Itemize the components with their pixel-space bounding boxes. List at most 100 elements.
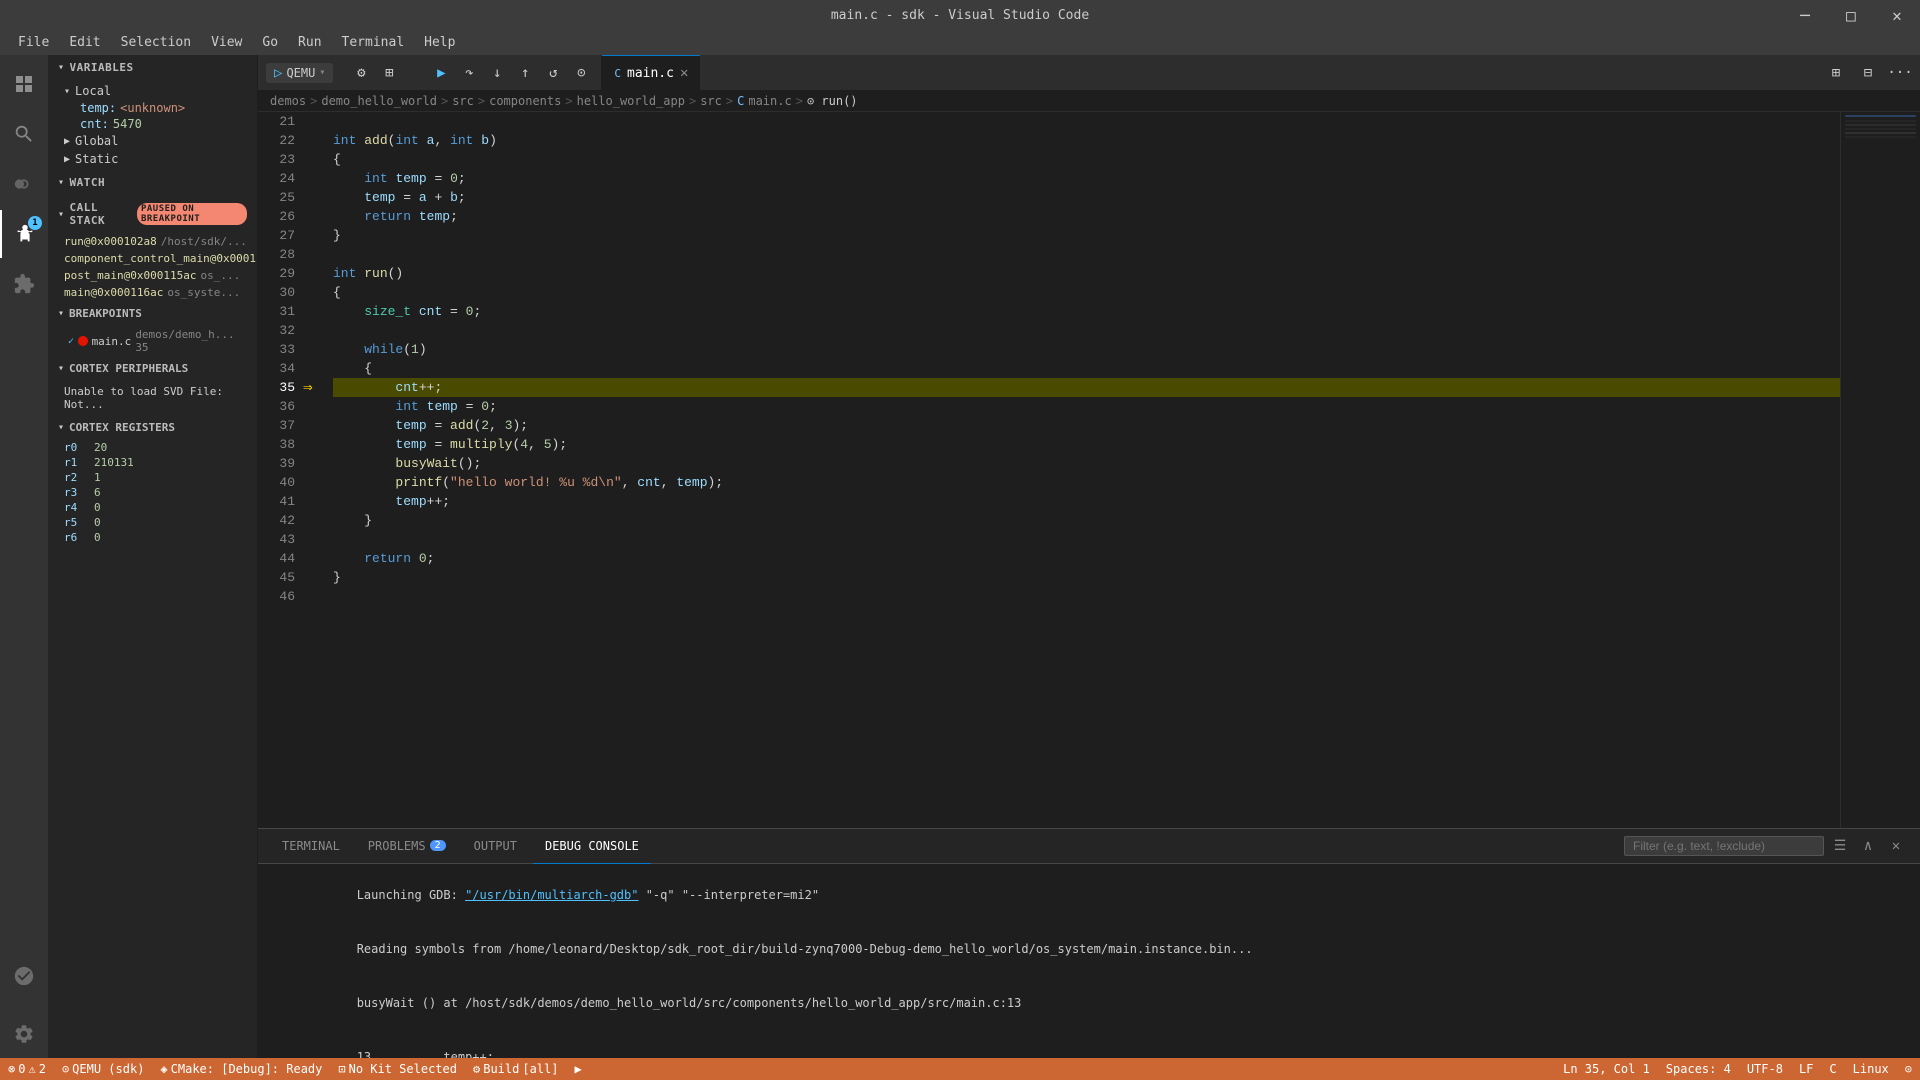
tab-mainc[interactable]: C main.c ✕ — [602, 55, 700, 90]
reg-r3[interactable]: r36 — [48, 485, 257, 500]
reg-r0[interactable]: r020 — [48, 440, 257, 455]
menu-help[interactable]: Help — [416, 33, 463, 52]
code-content[interactable]: int add(int a, int b) { int temp = 0; te… — [323, 112, 1840, 828]
tab-problems[interactable]: PROBLEMS2 — [356, 829, 458, 864]
bc-demo_hello_world[interactable]: demo_hello_world — [321, 94, 437, 108]
var-cnt[interactable]: cnt: 5470 — [48, 116, 257, 132]
local-header[interactable]: ▾ Local — [48, 82, 257, 100]
status-encoding[interactable]: UTF-8 — [1739, 1058, 1791, 1080]
layout-icon[interactable]: ⊞ — [1824, 61, 1848, 85]
menu-view[interactable]: View — [203, 33, 250, 52]
debug-config[interactable]: ⊞ — [377, 61, 401, 85]
callstack-badge: PAUSED ON BREAKPOINT — [137, 203, 247, 225]
reg-r5[interactable]: r50 — [48, 515, 257, 530]
status-cmake[interactable]: ◈ CMake: [Debug]: Ready — [152, 1058, 330, 1080]
menu-edit[interactable]: Edit — [61, 33, 108, 52]
cortex-p-chevron: ▾ — [58, 363, 64, 374]
status-build[interactable]: ⚙ Build [all] — [465, 1058, 566, 1080]
callstack-item-0[interactable]: run@0x000102a8 /host/sdk/... — [48, 233, 257, 250]
bc-hello_world_app[interactable]: hello_world_app — [577, 94, 685, 108]
status-no-kit[interactable]: ⊡ No Kit Selected — [330, 1058, 465, 1080]
activity-search[interactable] — [0, 110, 48, 158]
activity-source-control[interactable] — [0, 160, 48, 208]
console-line-4: 13 temp++; — [270, 1030, 1908, 1058]
cortex-peripherals-header[interactable]: ▾ CORTEX PERIPHERALS — [48, 356, 257, 381]
activity-explorer[interactable] — [0, 60, 48, 108]
menu-file[interactable]: File — [10, 33, 57, 52]
bc-src1[interactable]: src — [452, 94, 474, 108]
status-os[interactable]: Linux — [1845, 1058, 1897, 1080]
callstack-item-1[interactable]: component_control_main@0x00011 — [48, 250, 257, 267]
code-line-30: { — [333, 283, 1840, 302]
bc-demos[interactable]: demos — [270, 94, 306, 108]
panel-collapse-icon[interactable]: ∧ — [1856, 834, 1880, 858]
debug-step-into[interactable]: ↓ — [485, 61, 509, 85]
maximize-button[interactable]: □ — [1828, 0, 1874, 30]
static-header[interactable]: ▶ Static — [48, 150, 257, 168]
global-header[interactable]: ▶ Global — [48, 132, 257, 150]
close-button[interactable]: ✕ — [1874, 0, 1920, 30]
bc-mainc[interactable]: main.c — [748, 94, 791, 108]
debug-continue[interactable]: ▶ — [429, 61, 453, 85]
call-stack-header[interactable]: ▾ CALL STACK PAUSED ON BREAKPOINT — [48, 195, 257, 233]
debug-restart[interactable]: ↺ — [541, 61, 565, 85]
menu-selection[interactable]: Selection — [113, 33, 199, 52]
breakpoints-header[interactable]: ▾ BREAKPOINTS — [48, 301, 257, 326]
debug-settings[interactable]: ⚙ — [349, 61, 373, 85]
split-editor-icon[interactable]: ⊟ — [1856, 61, 1880, 85]
tab-close-icon[interactable]: ✕ — [680, 65, 688, 81]
status-qemu[interactable]: ⊙ QEMU (sdk) — [54, 1058, 152, 1080]
bc-run[interactable]: ⊙ run() — [807, 94, 858, 108]
bc-c-icon[interactable]: C — [737, 94, 744, 108]
activity-debug[interactable]: 1 — [0, 210, 48, 258]
watch-header[interactable]: ▾ WATCH — [48, 170, 257, 195]
menu-terminal[interactable]: Terminal — [334, 33, 413, 52]
breadcrumb: demos > demo_hello_world > src > compone… — [258, 90, 1920, 112]
cortex-registers-header[interactable]: ▾ CORTEX REGISTERS — [48, 415, 257, 440]
menu-go[interactable]: Go — [254, 33, 286, 52]
callstack-item-3[interactable]: main@0x000116ac os_syste... — [48, 284, 257, 301]
qemu-selector[interactable]: ▷ QEMU ▾ — [266, 63, 333, 83]
code-editor[interactable]: 21 22 23 24 25 26 27 28 29 30 31 32 33 3… — [258, 112, 1920, 828]
minimize-button[interactable]: ─ — [1782, 0, 1828, 30]
debug-step-out[interactable]: ↑ — [513, 61, 537, 85]
panel-list-view-icon[interactable]: ☰ — [1828, 834, 1852, 858]
reg-r4[interactable]: r40 — [48, 500, 257, 515]
reg-r2[interactable]: r21 — [48, 470, 257, 485]
status-remote-icon[interactable]: ⊙ — [1897, 1058, 1920, 1080]
code-line-38: temp = multiply(4, 5); — [333, 435, 1840, 454]
reg-r1[interactable]: r1210131 — [48, 455, 257, 470]
tab-debug-console[interactable]: DEBUG CONSOLE — [533, 829, 651, 864]
status-spaces[interactable]: Spaces: 4 — [1658, 1058, 1739, 1080]
tab-label: main.c — [627, 66, 674, 81]
bc-src2[interactable]: src — [700, 94, 722, 108]
status-errors[interactable]: ⊗ 0 ⚠ 2 — [0, 1058, 54, 1080]
bc-components[interactable]: components — [489, 94, 561, 108]
status-language[interactable]: C — [1821, 1058, 1844, 1080]
activity-settings[interactable] — [0, 1010, 48, 1058]
more-actions-icon[interactable]: ··· — [1888, 61, 1912, 85]
debug-step-over[interactable]: ↷ — [457, 61, 481, 85]
debug-stop[interactable]: ⊙ — [569, 61, 593, 85]
activity-extensions[interactable] — [0, 260, 48, 308]
code-line-40: printf("hello world! %u %d\n", cnt, temp… — [333, 473, 1840, 492]
code-line-26: return temp; — [333, 207, 1840, 226]
reg-r6[interactable]: r60 — [48, 530, 257, 545]
variables-header[interactable]: ▾ VARIABLES — [48, 55, 257, 80]
breakpoint-item[interactable]: ✓ main.c demos/demo_h... 35 — [48, 326, 257, 356]
static-chevron: ▶ — [64, 154, 70, 165]
status-line-ending[interactable]: LF — [1791, 1058, 1821, 1080]
debug-arrow-icon: ⇒ — [303, 380, 313, 396]
status-ln-col[interactable]: Ln 35, Col 1 — [1555, 1058, 1658, 1080]
tab-terminal[interactable]: TERMINAL — [270, 829, 352, 864]
panel-close-icon[interactable]: ✕ — [1884, 834, 1908, 858]
tab-output[interactable]: OUTPUT — [462, 829, 529, 864]
activity-remote[interactable] — [0, 952, 48, 1000]
var-temp[interactable]: temp: <unknown> — [48, 100, 257, 116]
menu-run[interactable]: Run — [290, 33, 329, 52]
local-label: Local — [75, 84, 111, 98]
status-run[interactable]: ▶ — [566, 1058, 589, 1080]
callstack-item-2[interactable]: post_main@0x000115ac os_... — [48, 267, 257, 284]
console-filter-input[interactable] — [1624, 836, 1824, 856]
window-controls: ─ □ ✕ — [1782, 0, 1920, 30]
